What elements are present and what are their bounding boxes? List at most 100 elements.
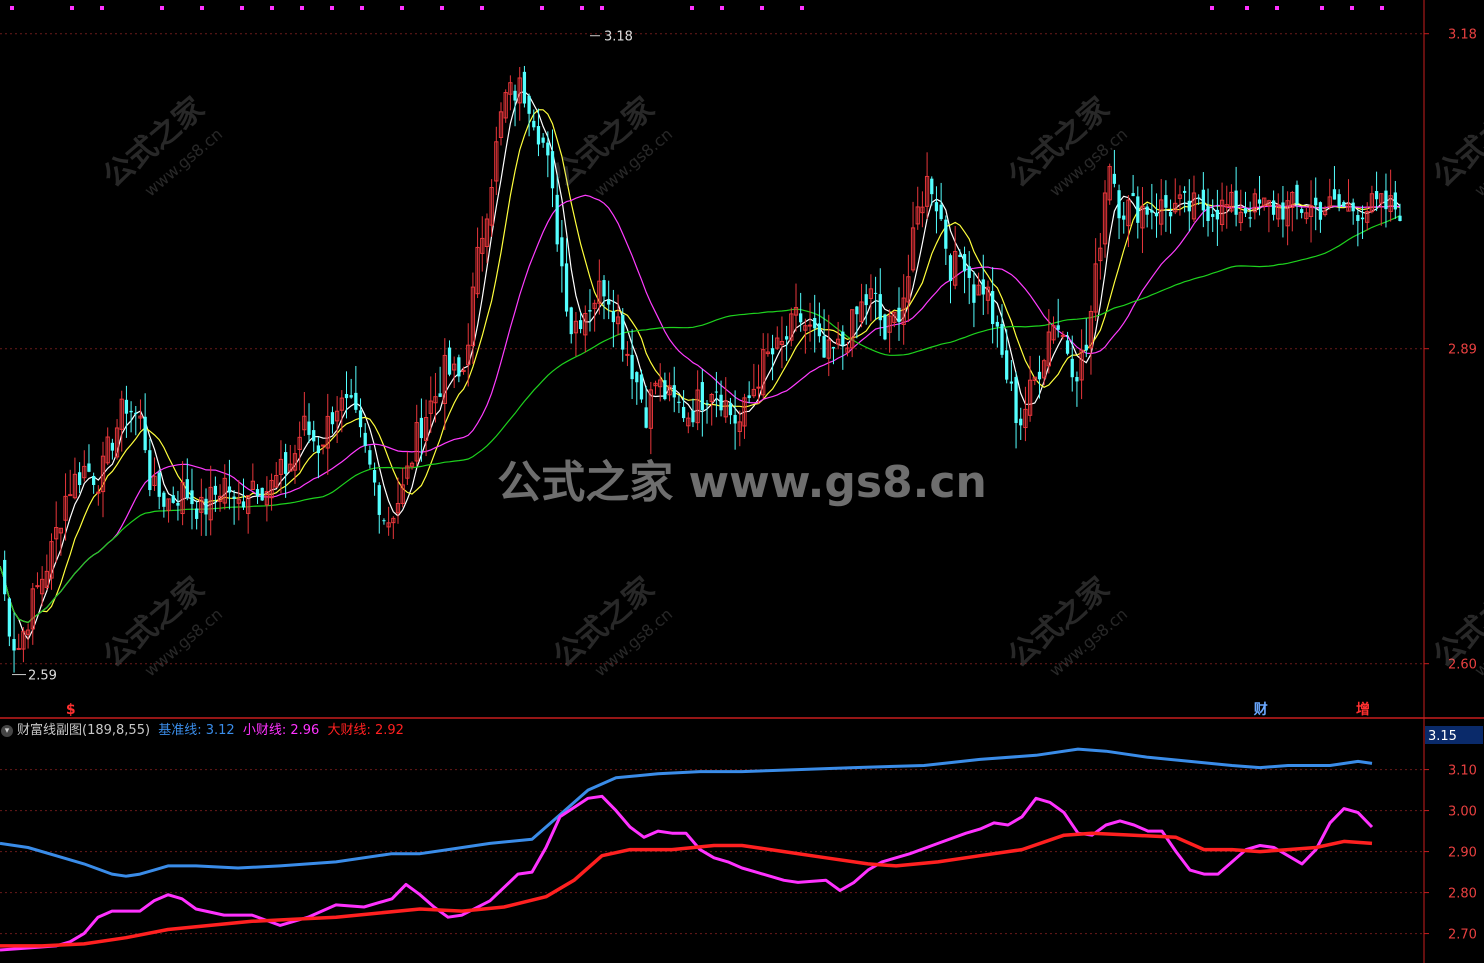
candle-body-down bbox=[1154, 212, 1159, 217]
candle-body-down bbox=[981, 279, 985, 295]
candle-body-down bbox=[1295, 184, 1299, 204]
candle-body-down bbox=[227, 486, 232, 493]
top-marker-dot bbox=[100, 6, 104, 10]
candle-body-down bbox=[958, 254, 962, 257]
candle-body-down bbox=[283, 452, 288, 474]
top-marker-dot bbox=[580, 6, 584, 10]
candle-body-down bbox=[1019, 418, 1023, 426]
big-wealth-label: 大财线: bbox=[327, 723, 371, 738]
candle-body-up bbox=[35, 585, 40, 588]
candle-body-down bbox=[855, 306, 859, 315]
candle-body-down bbox=[1009, 381, 1014, 384]
candle-body-down bbox=[672, 385, 676, 398]
candle-body-down bbox=[705, 403, 709, 405]
candle-body-down bbox=[700, 382, 704, 410]
candle-body-down bbox=[733, 414, 737, 424]
candle-body-down bbox=[995, 321, 999, 327]
candle-body-down bbox=[12, 639, 16, 651]
candle-body-down bbox=[1112, 173, 1117, 184]
low-price-label: 2.59 bbox=[28, 669, 57, 684]
ma20-line bbox=[0, 194, 1400, 624]
candle-body-down bbox=[948, 255, 953, 282]
top-marker-dot bbox=[600, 6, 604, 10]
signal-marker: $ bbox=[66, 702, 76, 718]
candle-body-down bbox=[930, 178, 934, 195]
candle-body-down bbox=[822, 336, 826, 358]
indicator-params: (189,8,55) bbox=[82, 723, 151, 738]
candle-body-down bbox=[1393, 192, 1397, 210]
candle-body-down bbox=[527, 95, 531, 114]
candle-body-down bbox=[1243, 207, 1248, 214]
candle-body-down bbox=[1318, 202, 1323, 220]
stock-chart-canvas: 3.182.892.60 3.182.59 $ 财增 3.103.002.902.… bbox=[0, 0, 1484, 963]
candle-body-down bbox=[349, 395, 353, 398]
top-marker-dot bbox=[360, 6, 364, 10]
candle-body-down bbox=[3, 559, 7, 595]
candle-body-down bbox=[555, 194, 559, 245]
top-marker-dot bbox=[760, 6, 764, 10]
candle-body-down bbox=[611, 311, 616, 323]
candle-body-down bbox=[358, 410, 363, 428]
small-wealth-label: 小财线: bbox=[242, 723, 287, 738]
candle-body-down bbox=[1206, 206, 1210, 221]
candle-body-down bbox=[255, 489, 260, 496]
candle-body-down bbox=[143, 416, 147, 451]
candle-body-down bbox=[1314, 197, 1318, 206]
candle-body-down bbox=[1056, 325, 1060, 330]
candle-body-down bbox=[1360, 217, 1365, 220]
candle-body-up bbox=[756, 386, 761, 389]
candle-body-down bbox=[588, 310, 592, 312]
candle-body-down bbox=[438, 393, 442, 397]
candle-body-down bbox=[260, 487, 264, 501]
candle-body-down bbox=[1117, 190, 1121, 219]
candle-body-down bbox=[663, 380, 667, 400]
base-line-value: 3.12 bbox=[205, 723, 235, 738]
candle-body-down bbox=[1398, 215, 1402, 221]
candle-body-down bbox=[134, 412, 138, 415]
candle-body-down bbox=[541, 137, 545, 143]
ma5-line bbox=[0, 90, 1401, 641]
candle-body-down bbox=[77, 472, 82, 486]
top-marker-dot bbox=[440, 6, 444, 10]
candle-body-down bbox=[883, 314, 887, 340]
candle-body-down bbox=[87, 463, 91, 472]
candle-body-down bbox=[1005, 350, 1009, 380]
candle-body-down bbox=[1065, 340, 1070, 354]
chevron-down-icon[interactable]: ▾ bbox=[1, 724, 13, 737]
candle-body-down bbox=[1122, 215, 1126, 220]
main-y-tick-label: 3.18 bbox=[1448, 28, 1477, 43]
candle-body-down bbox=[578, 320, 583, 330]
candle-body-down bbox=[92, 475, 96, 485]
ma10-line bbox=[0, 109, 1401, 624]
candle-body-down bbox=[185, 479, 189, 498]
diagonal-watermark: 公式之家www.gs8.cn bbox=[1002, 91, 1131, 201]
candle-body-down bbox=[447, 347, 452, 375]
indicator-name[interactable]: 财富线副图 bbox=[17, 723, 82, 738]
candle-body-down bbox=[354, 392, 358, 410]
candle-body-down bbox=[344, 394, 349, 399]
top-marker-dot bbox=[330, 6, 334, 10]
top-marker-dot bbox=[240, 6, 244, 10]
candle-body-down bbox=[813, 317, 817, 329]
candle-body-down bbox=[864, 294, 868, 306]
candle-body-down bbox=[1201, 189, 1205, 211]
top-marker-dot bbox=[1210, 6, 1214, 10]
candle-body-down bbox=[967, 266, 971, 278]
candle-body-down bbox=[129, 410, 133, 413]
top-marker-dot bbox=[1320, 6, 1324, 10]
candle-body-down bbox=[1014, 376, 1018, 424]
diagonal-watermark: 公式之家www.gs8.cn bbox=[547, 571, 676, 681]
diagonal-watermark: 公式之家www.gs8.cn bbox=[97, 571, 226, 681]
candle-body-down bbox=[1332, 189, 1337, 200]
big-wealth-value: 2.92 bbox=[374, 723, 404, 738]
candle-body-up bbox=[320, 444, 326, 447]
indicator-y-tick-label: 2.90 bbox=[1448, 846, 1477, 861]
candle-body-down bbox=[677, 401, 681, 403]
top-marker-dot bbox=[10, 6, 14, 10]
high-price-label: 3.18 bbox=[604, 30, 633, 45]
candle-body-down bbox=[719, 394, 723, 411]
top-marker-dot bbox=[1380, 6, 1384, 10]
candle-body-down bbox=[991, 291, 995, 325]
candle-body-down bbox=[522, 71, 527, 104]
candle-body-down bbox=[110, 442, 115, 451]
